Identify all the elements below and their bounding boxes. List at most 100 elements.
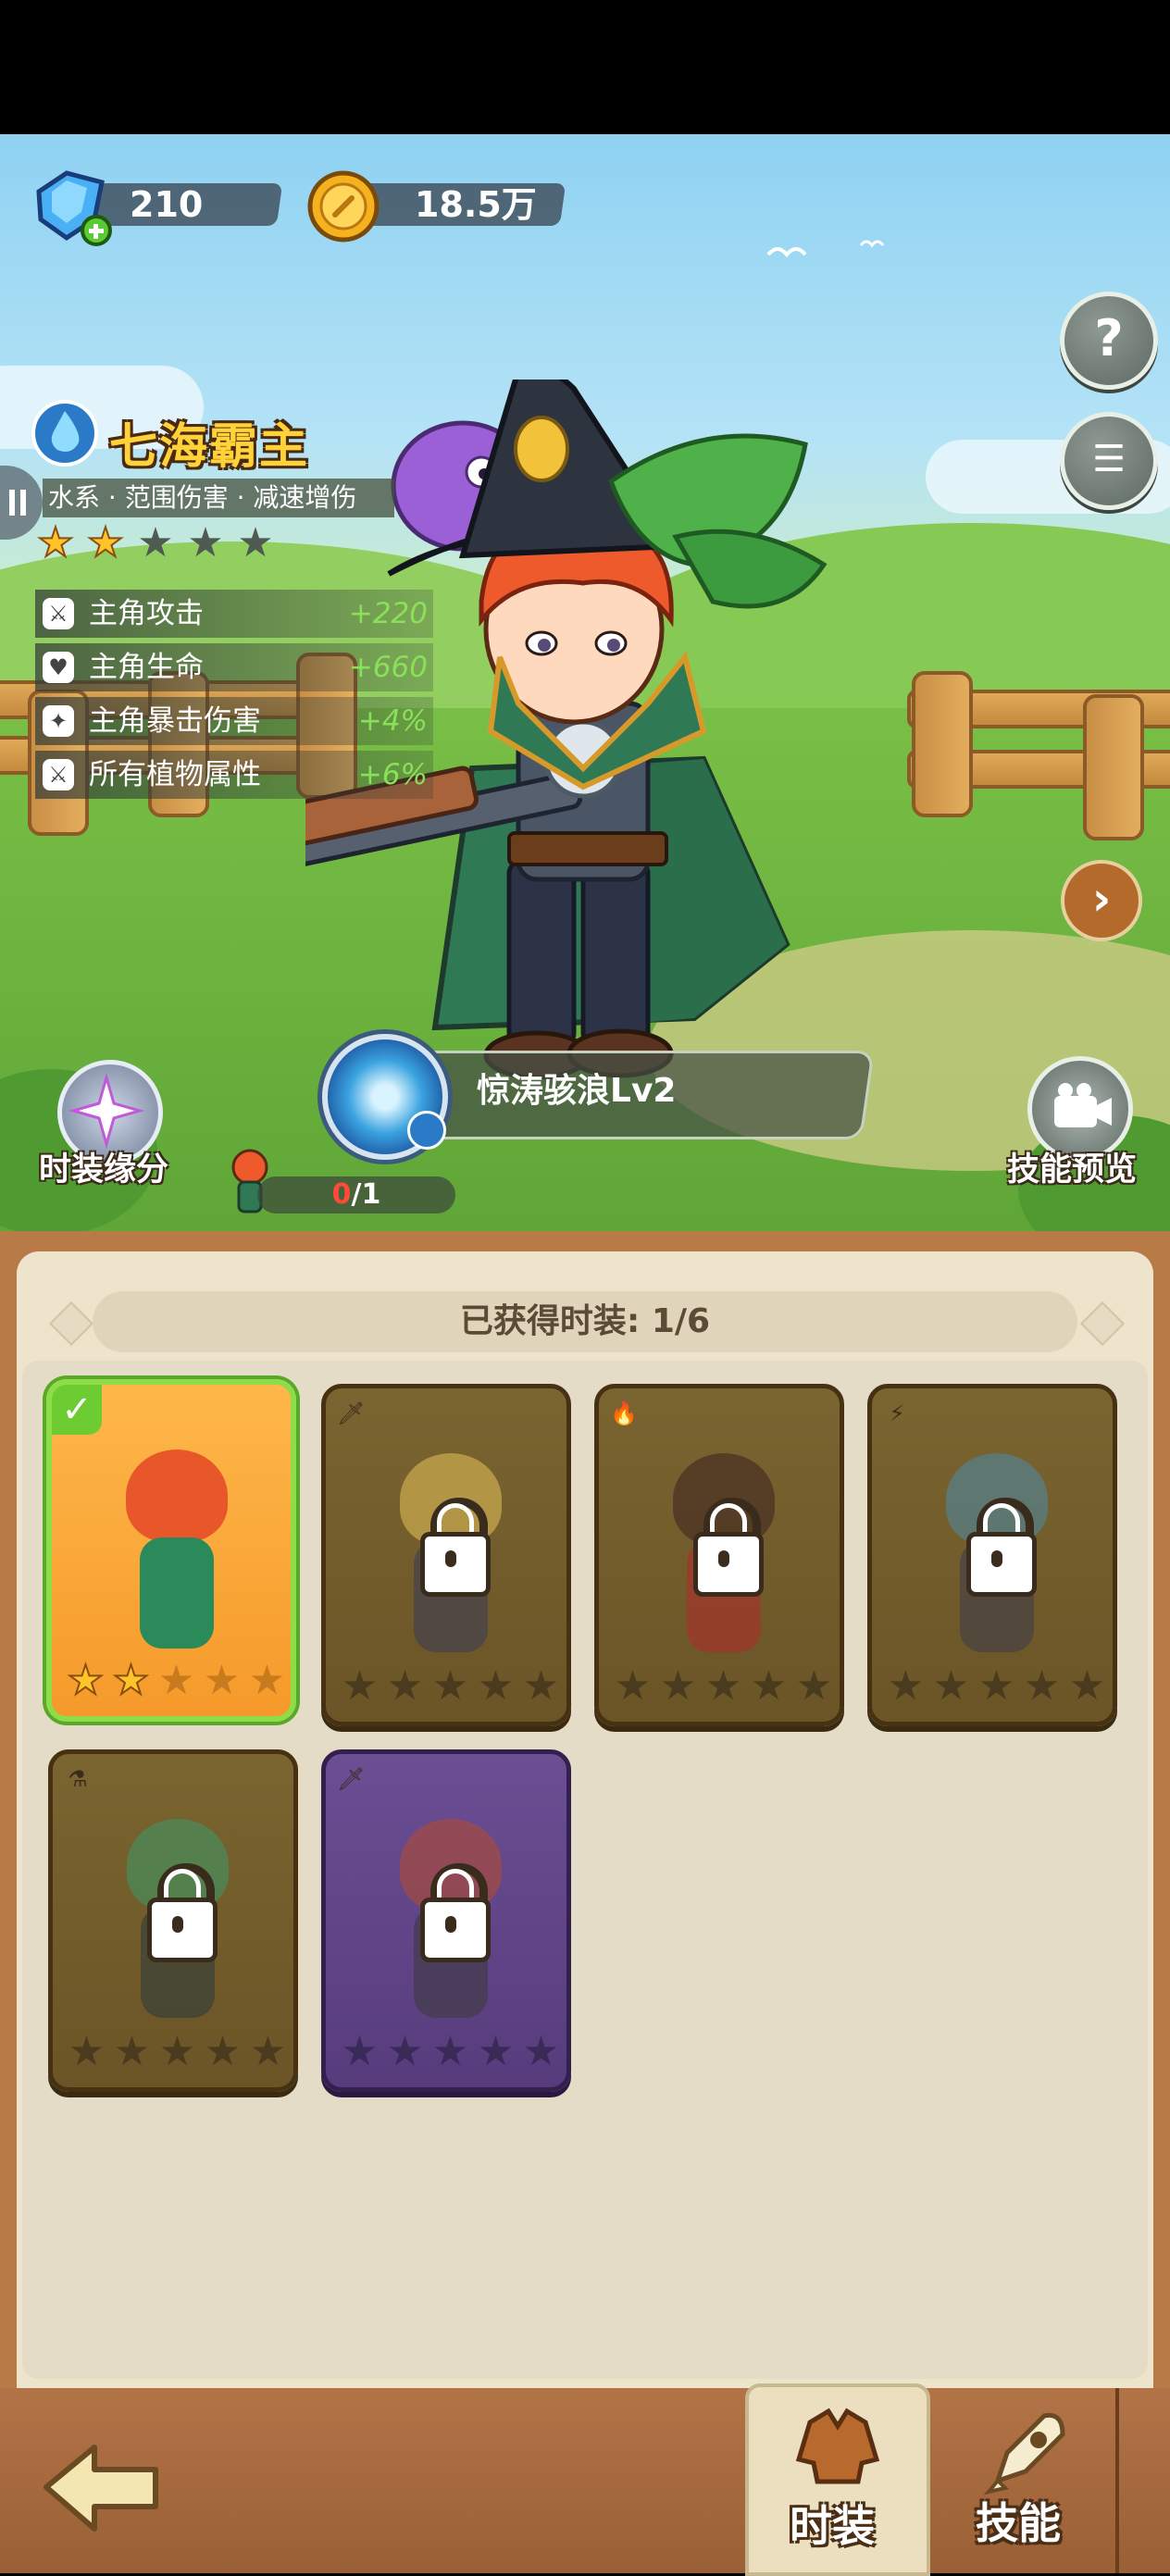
star-icon: ★ (386, 1662, 424, 1710)
costume-card[interactable]: ✓ ★ ★ ★ ★ ★ (46, 1379, 296, 1722)
fence (1083, 694, 1144, 840)
stat-row-health: ♥ 主角生命 +660 (35, 643, 433, 691)
progress-current: 0 (331, 1178, 352, 1211)
star-icon: ★ (522, 1662, 560, 1710)
chevron-right-icon: › (1091, 872, 1112, 926)
back-arrow-icon[interactable] (37, 2436, 167, 2538)
fire-icon: 🔥 (610, 1400, 638, 1426)
star-icon: ★ (795, 1662, 833, 1710)
star-icon: ★ (67, 1657, 105, 1704)
nav-divider (1115, 2388, 1119, 2573)
star-icon: ★ (341, 1662, 379, 1710)
jacket-icon (795, 2408, 880, 2484)
lock-icon (718, 1550, 729, 1567)
star-icon: ★ (614, 1662, 652, 1710)
costume-card[interactable]: ⚡ ★ ★ ★ ★ ★ (867, 1384, 1117, 1726)
star-icon: ★ (887, 1662, 925, 1710)
pirate-character-art (305, 380, 828, 1080)
fence (912, 671, 973, 817)
stat-label: 主角攻击 (89, 597, 204, 630)
sword-icon: ⚔ (43, 759, 74, 790)
star-icon: ★ (932, 1662, 970, 1710)
hero-scene: 210 18.5万 七海霸主 水系 · 范围伤害 · 减速增伤 ★ ★ ★ ★ ★ ⚔ … (0, 134, 1170, 1231)
skill-name: 惊涛骇浪Lv2 (477, 1072, 677, 1110)
hero-name: 七海霸主 (109, 419, 310, 475)
star-icon: ★ (1023, 1662, 1061, 1710)
star-icon: ★ (386, 2028, 424, 2075)
stat-row-plant: ⚔ 所有植物属性 +6% (35, 751, 433, 799)
water-drop-icon (407, 1111, 446, 1150)
stat-value: +220 (348, 597, 428, 630)
question-icon: ? (1094, 309, 1124, 367)
hero-star-rating: ★ ★ ★ ★ ★ (35, 519, 294, 569)
sword-icon: 🗡 (337, 1766, 366, 1792)
costume-card[interactable]: 🗡 ★ ★ ★ ★ ★ (321, 1749, 571, 2092)
tab-skill-label: 技能 (976, 2498, 1061, 2548)
costume-card[interactable]: ⚗ ★ ★ ★ ★ ★ (48, 1749, 298, 2092)
card-star-rating: ★ ★ ★ ★ ★ (64, 2032, 292, 2072)
next-character-button[interactable]: › (1061, 860, 1142, 941)
costume-card[interactable]: 🔥 ★ ★ ★ ★ ★ (594, 1384, 844, 1726)
list-icon: ☰ (1092, 438, 1126, 480)
gold-coin-icon (307, 170, 380, 243)
gold-value: 18.5万 (415, 184, 537, 225)
sword-icon: ⚔ (43, 598, 74, 629)
stat-value: +660 (348, 651, 428, 684)
gem-plus-icon[interactable] (30, 164, 113, 247)
help-button[interactable]: ? (1060, 292, 1158, 390)
stat-label: 所有植物属性 (89, 758, 261, 791)
menu-button[interactable]: ☰ (1060, 412, 1158, 510)
sword-icon: 🗡 (337, 1400, 366, 1426)
potion-icon: ⚗ (68, 1766, 88, 1792)
character-head (126, 1450, 228, 1542)
star-icon: ★ (204, 2028, 242, 2075)
lock-icon (445, 1550, 456, 1567)
card-star-rating: ★ ★ ★ ★ ★ (337, 2032, 565, 2072)
star-icon: ★ (249, 2028, 287, 2075)
tab-costume-label: 时装 (790, 2501, 875, 2551)
costume-bond-label: 时装缘分 (39, 1151, 169, 1188)
star-icon: ★ (157, 1657, 195, 1704)
tab-costume[interactable]: 时装 (745, 2383, 930, 2576)
star-icon: ★ (248, 1657, 286, 1704)
birds-decoration (766, 240, 885, 258)
hero-tags: 水系 · 范围伤害 · 减速增伤 (43, 479, 394, 517)
stat-row-attack: ⚔ 主角攻击 +220 (35, 590, 433, 638)
star-icon: ★ (522, 2028, 560, 2075)
star-icon: ★ (203, 1657, 241, 1704)
lock-icon (991, 1550, 1002, 1567)
lightning-icon: ⚡ (889, 1400, 905, 1426)
tab-skill[interactable]: 技能 (935, 2397, 1111, 2573)
stat-label: 主角暴击伤害 (89, 704, 261, 738)
star-icon: ★ (431, 1662, 469, 1710)
card-star-rating: ★ ★ ★ ★ ★ (610, 1666, 838, 1707)
star-icon: ★ (36, 519, 74, 566)
stat-value: +4% (357, 704, 428, 738)
star-icon: ★ (187, 519, 224, 566)
status-bar-area (0, 0, 1170, 134)
skill-preview-label: 技能预览 (1007, 1151, 1138, 1188)
star-icon: ★ (431, 2028, 469, 2075)
star-icon: ★ (158, 2028, 196, 2075)
star-icon: ★ (68, 2028, 106, 2075)
star-icon: ★ (750, 1662, 788, 1710)
star-icon: ★ (113, 2028, 151, 2075)
star-icon: ★ (341, 2028, 379, 2075)
card-star-rating: ★ ★ ★ ★ ★ (883, 1666, 1111, 1707)
star-icon: ★ (1068, 1662, 1106, 1710)
lock-icon (445, 1916, 456, 1933)
crit-icon: ✦ (43, 705, 74, 737)
costume-card[interactable]: 🗡 ★ ★ ★ ★ ★ (321, 1384, 571, 1726)
water-drop-icon (31, 400, 98, 467)
owned-count-bar: 已获得时装: 1/6 (93, 1291, 1077, 1352)
star-icon: ★ (237, 519, 274, 566)
stat-value: +6% (357, 758, 428, 791)
star-icon: ★ (477, 1662, 515, 1710)
check-icon: ✓ (52, 1385, 102, 1435)
star-icon: ★ (659, 1662, 697, 1710)
star-icon: ★ (86, 519, 124, 566)
stat-row-crit: ✦ 主角暴击伤害 +4% (35, 697, 433, 745)
star-icon: ★ (137, 519, 174, 566)
star-icon: ★ (477, 2028, 515, 2075)
heart-icon: ♥ (43, 652, 74, 683)
